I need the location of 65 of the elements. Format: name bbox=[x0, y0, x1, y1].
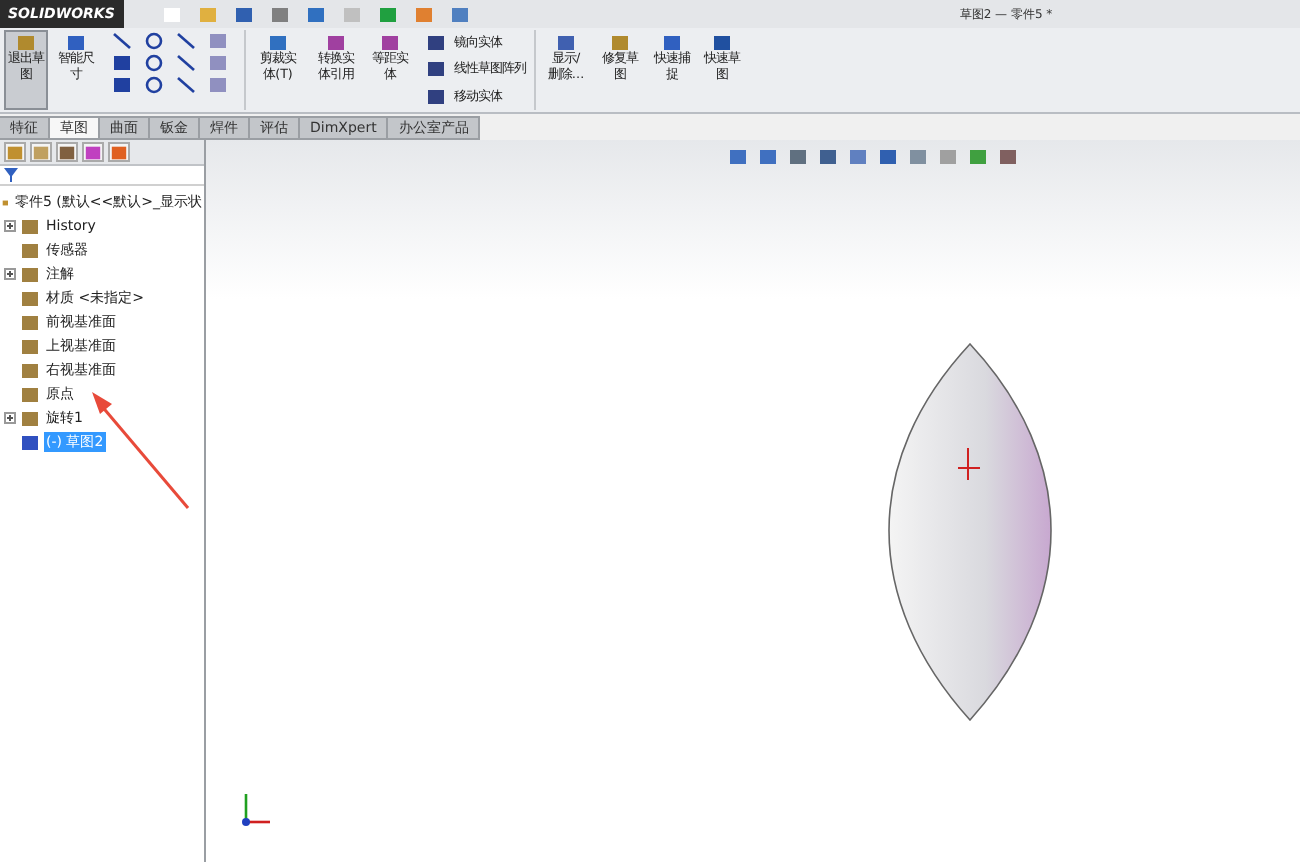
square-icon bbox=[306, 5, 326, 23]
square-icon bbox=[270, 5, 290, 23]
square-icon bbox=[968, 147, 988, 165]
command-icon bbox=[326, 34, 346, 52]
square-icon bbox=[728, 147, 748, 165]
square-icon bbox=[818, 147, 838, 165]
square-icon bbox=[848, 147, 868, 165]
square-icon bbox=[878, 147, 898, 165]
view-tool-icon[interactable] bbox=[966, 146, 990, 166]
circle-tool-icon[interactable] bbox=[142, 75, 166, 95]
square-icon bbox=[342, 5, 362, 23]
square-icon bbox=[162, 5, 182, 23]
expand-icon[interactable] bbox=[4, 268, 16, 280]
square-icon bbox=[788, 147, 808, 165]
square-tool-icon[interactable] bbox=[206, 31, 230, 51]
square-icon bbox=[450, 5, 470, 23]
panel-tab[interactable] bbox=[108, 142, 130, 162]
command-icon bbox=[556, 34, 576, 52]
panel-tab[interactable] bbox=[56, 142, 78, 162]
square-icon bbox=[84, 143, 102, 161]
expand-icon[interactable] bbox=[4, 412, 16, 424]
square-icon bbox=[110, 143, 128, 161]
command-icon bbox=[662, 34, 682, 52]
command-icon bbox=[268, 34, 288, 52]
expand-icon[interactable] bbox=[4, 220, 16, 232]
square-icon bbox=[234, 5, 254, 23]
command-icon bbox=[16, 34, 36, 52]
view-tool-icon[interactable] bbox=[876, 146, 900, 166]
square-icon bbox=[58, 143, 76, 161]
toolbar-icon[interactable] bbox=[412, 4, 436, 24]
toolbar-icon[interactable] bbox=[448, 4, 472, 24]
command-icon bbox=[66, 34, 86, 52]
circle-tool-icon[interactable] bbox=[142, 31, 166, 51]
command-icon bbox=[712, 34, 732, 52]
toolbar-icon[interactable] bbox=[268, 4, 292, 24]
view-tool-icon[interactable] bbox=[996, 146, 1020, 166]
toolbar-icon[interactable] bbox=[304, 4, 328, 24]
line-tool-icon[interactable] bbox=[110, 31, 134, 51]
square-icon bbox=[938, 147, 958, 165]
square-icon bbox=[198, 5, 218, 23]
view-tool-icon[interactable] bbox=[816, 146, 840, 166]
rectangle-tool-icon[interactable] bbox=[110, 53, 134, 73]
toolbar-icon[interactable] bbox=[376, 4, 400, 24]
square-icon bbox=[414, 5, 434, 23]
view-tool-icon[interactable] bbox=[786, 146, 810, 166]
axis-triad-icon bbox=[242, 794, 270, 826]
command-icon bbox=[610, 34, 630, 52]
origin-marker-icon bbox=[958, 448, 981, 481]
pointer-arrow bbox=[92, 392, 190, 509]
view-tool-icon[interactable] bbox=[726, 146, 750, 166]
view-tool-icon[interactable] bbox=[756, 146, 780, 166]
square-icon bbox=[6, 143, 24, 161]
square-icon bbox=[908, 147, 928, 165]
square-icon bbox=[758, 147, 778, 165]
panel-tab[interactable] bbox=[30, 142, 52, 162]
view-tool-icon[interactable] bbox=[846, 146, 870, 166]
square-icon bbox=[998, 147, 1018, 165]
panel-tab[interactable] bbox=[82, 142, 104, 162]
square-icon bbox=[32, 143, 50, 161]
command-icon bbox=[380, 34, 400, 52]
panel-tab[interactable] bbox=[4, 142, 26, 162]
square-icon bbox=[378, 5, 398, 23]
view-tool-icon[interactable] bbox=[906, 146, 930, 166]
view-tool-icon[interactable] bbox=[936, 146, 960, 166]
toolbar-icon[interactable] bbox=[232, 4, 256, 24]
